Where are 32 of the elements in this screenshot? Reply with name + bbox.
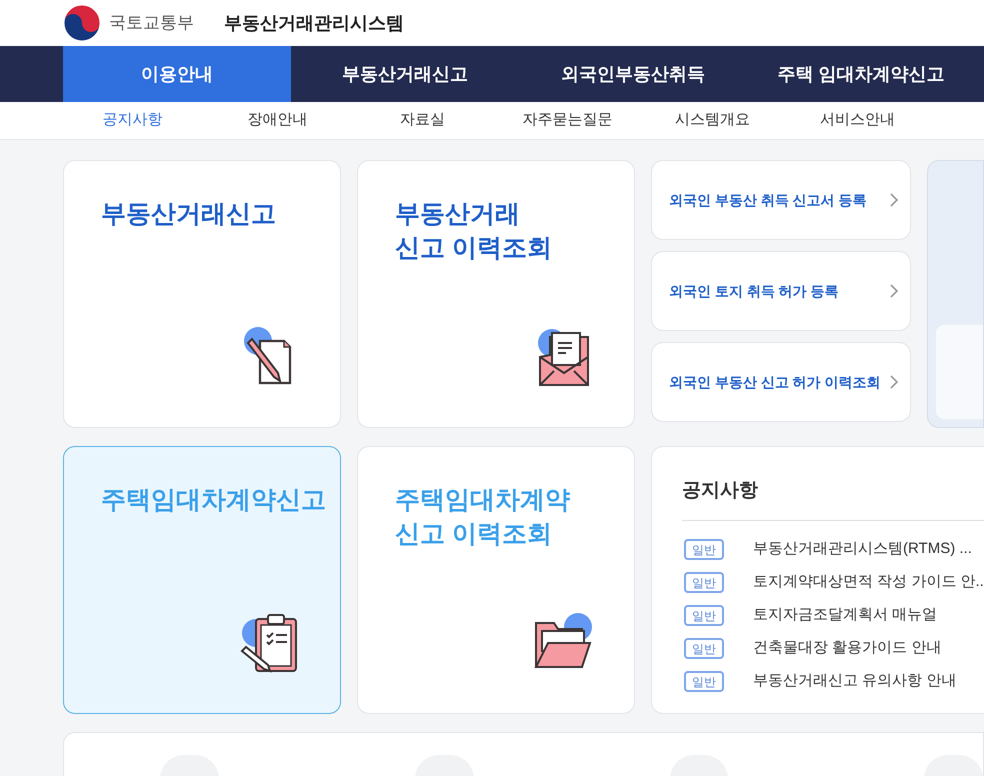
category-tag: 일반 [684,605,724,626]
category-tag: 일반 [684,671,724,692]
card-title: 주택임대차계약 신고 이력조회 [395,485,571,550]
system-title: 부동산거래관리시스템 [224,12,404,34]
card-title: 주택임대차계약신고 [101,485,327,516]
foreign-service-link[interactable]: 외국인 토지 취득 허가 등록 [651,251,912,331]
sub-nav-link[interactable]: 자료실 [350,109,495,132]
nav-tab[interactable]: 주택 임대차계약신고 [747,46,975,102]
foreign-service-link[interactable]: 외국인 부동산 신고 허가 이력조회 [651,342,912,422]
sub-nav-link[interactable]: 시스템개요 [640,109,785,132]
notice-title: 공지사항 [682,477,984,520]
nav-tab[interactable]: 이용안내 [63,46,291,102]
nav-tab[interactable]: 부동산거래신고 [291,46,519,102]
notice-link[interactable]: 토지자금조달계획서 매뉴얼 [753,604,938,627]
service-card[interactable]: 부동산거래 신고 이력조회 [357,160,635,428]
sub-nav-link[interactable]: 자주묻는질문 [495,109,640,132]
sub-nav-link[interactable]: 장애안내 [205,109,350,132]
notice-link[interactable]: 부동산거래신고 유의사항 안내 [753,670,956,693]
notice-link[interactable]: 토지계약대상면적 작성 가이드 안... [753,571,984,594]
sub-nav-link[interactable]: 공지사항 [60,109,205,132]
notice-link[interactable]: 건축물대장 활용가이드 안내 [753,637,942,660]
card-title: 부동산거래 신고 이력조회 [395,199,553,264]
foreign-service-link[interactable]: 외국인 부동산 취득 신고서 등록 [651,160,912,240]
nav-tab[interactable]: 외국인부동산취득 [519,46,747,102]
category-tag: 일반 [684,638,724,659]
category-tag: 일반 [684,572,724,593]
ministry-name: 국토교통부 [109,12,194,34]
card-title: 부동산거래신고 [101,199,277,230]
category-tag: 일반 [684,539,724,560]
sub-nav-link[interactable]: 서비스안내 [785,109,930,132]
notice-link[interactable]: 부동산거래관리시스템(RTMS) ... [753,538,972,561]
service-card[interactable]: 부동산거래신고 [63,160,341,428]
